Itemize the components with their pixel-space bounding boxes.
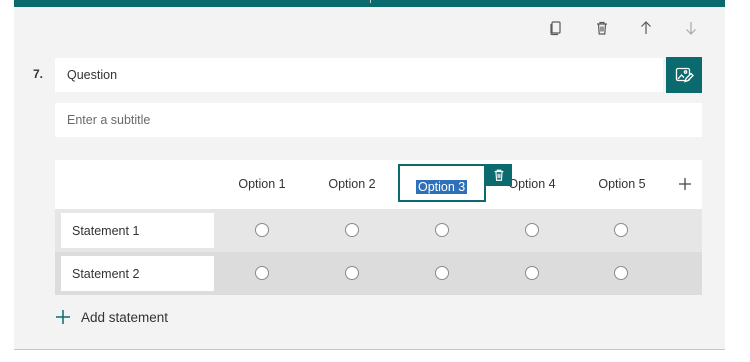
statement-1-input[interactable]: Statement 1 <box>61 213 214 248</box>
subtitle-input[interactable]: Enter a subtitle <box>55 103 702 137</box>
option-3-edit-field[interactable]: Option 3 <box>398 164 486 202</box>
radio-s2-o3[interactable] <box>435 266 449 280</box>
move-up-icon[interactable] <box>634 16 658 40</box>
copy-icon[interactable] <box>544 16 568 40</box>
card-bottom-divider <box>14 349 725 350</box>
question-number: 7. <box>33 67 44 81</box>
option-label-5[interactable]: Option 5 <box>582 177 662 191</box>
insert-media-button[interactable] <box>666 57 702 93</box>
likert-grid: Option 1 Option 2 Option 4 Option 5 Opti… <box>55 160 702 295</box>
radio-s1-o5[interactable] <box>614 223 628 237</box>
radio-s1-o2[interactable] <box>345 223 359 237</box>
radio-s2-o1[interactable] <box>255 266 269 280</box>
trash-icon <box>494 169 503 181</box>
question-title-input[interactable]: Question <box>55 58 663 92</box>
option-label-2[interactable]: Option 2 <box>312 177 392 191</box>
radio-s1-o1[interactable] <box>255 223 269 237</box>
radio-s1-o4[interactable] <box>525 223 539 237</box>
plus-icon <box>56 310 70 324</box>
radio-s2-o2[interactable] <box>345 266 359 280</box>
radio-s2-o4[interactable] <box>525 266 539 280</box>
radio-s2-o5[interactable] <box>614 266 628 280</box>
image-edit-icon <box>675 67 694 83</box>
plus-icon <box>679 178 691 190</box>
add-statement-button[interactable]: Add statement <box>55 309 168 325</box>
radio-s1-o3[interactable] <box>435 223 449 237</box>
statement-2-input[interactable]: Statement 2 <box>61 256 214 291</box>
move-down-icon[interactable] <box>679 16 703 40</box>
top-divider <box>370 0 371 3</box>
delete-question-icon[interactable] <box>590 16 614 40</box>
add-option-button[interactable] <box>673 172 697 196</box>
option-label-1[interactable]: Option 1 <box>222 177 302 191</box>
add-statement-label: Add statement <box>81 309 169 325</box>
option-3-selected-text: Option 3 <box>416 180 468 194</box>
delete-option-button[interactable] <box>485 164 512 186</box>
